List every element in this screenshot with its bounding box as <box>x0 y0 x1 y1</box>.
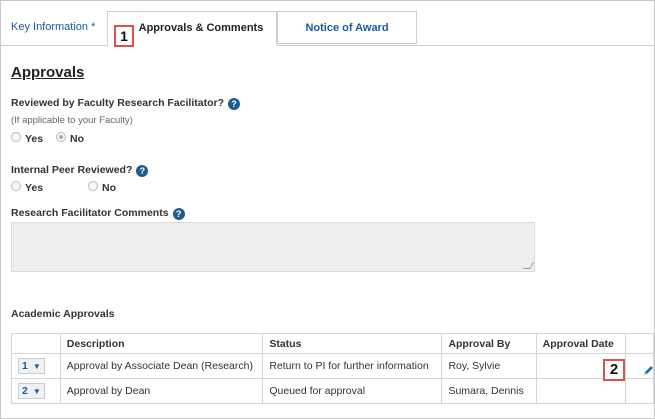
comments-label: Research Facilitator Comments <box>11 207 169 219</box>
question-circle-icon[interactable]: ? <box>172 208 185 220</box>
option-label: Yes <box>25 182 44 194</box>
peer-reviewed-options: Yes No <box>11 181 211 195</box>
callout-marker-2: 2 <box>603 359 625 381</box>
table-header-row: Description Status Approval By Approval … <box>11 333 654 354</box>
approval-by-cell: Roy, Sylvie <box>441 353 537 379</box>
faculty-reviewed-yes[interactable]: Yes <box>11 132 43 145</box>
resize-handle-icon[interactable] <box>522 262 535 269</box>
faculty-reviewed-note: (If applicable to your Faculty) <box>11 115 133 126</box>
row-number-dropdown[interactable]: 1 ▼ <box>18 358 45 374</box>
column-header-approval-date: Approval Date <box>535 333 626 354</box>
approval-by-cell: Sumara, Dennis <box>441 378 537 404</box>
approvals-panel: Key Information * Approvals & Comments N… <box>0 0 655 419</box>
radio-button[interactable] <box>88 181 98 191</box>
row-number-dropdown[interactable]: 2 ▼ <box>18 383 45 399</box>
peer-reviewed-yes[interactable]: Yes <box>11 181 43 194</box>
tab-notice-of-award[interactable]: Notice of Award <box>277 11 417 44</box>
description-cell: Approval by Associate Dean (Research) <box>59 353 264 379</box>
peer-reviewed-question: Internal Peer Reviewed?? <box>11 164 149 177</box>
row-number-cell: 2 ▼ <box>11 378 61 404</box>
tab-bar: Key Information * Approvals & Comments N… <box>1 1 654 46</box>
peer-reviewed-no[interactable]: No <box>88 181 116 194</box>
question-circle-icon[interactable]: ? <box>136 165 149 177</box>
academic-approvals-table: Description Status Approval By Approval … <box>11 333 654 404</box>
tab-approvals-comments-label: Approvals & Comments <box>138 22 264 34</box>
pencil-icon[interactable] <box>642 365 654 377</box>
faculty-reviewed-no[interactable]: No <box>56 132 84 145</box>
callout-marker-1: 1 <box>114 25 134 47</box>
option-label: No <box>102 182 116 194</box>
faculty-reviewed-question: Reviewed by Faculty Research Facilitator… <box>11 97 240 110</box>
actions-cell <box>624 378 654 404</box>
status-cell: Queued for approval <box>262 378 443 404</box>
column-header-description: Description <box>59 333 264 354</box>
column-header-actions <box>624 333 654 354</box>
tab-key-information[interactable]: Key Information * <box>1 11 101 44</box>
radio-button[interactable] <box>11 132 21 142</box>
faculty-reviewed-options: Yes No <box>11 132 211 146</box>
academic-approvals-title: Academic Approvals <box>11 308 115 320</box>
chevron-down-icon: ▼ <box>32 387 41 396</box>
option-label: Yes <box>25 133 44 145</box>
comments-question: Research Facilitator Comments? <box>11 207 185 220</box>
faculty-reviewed-label: Reviewed by Faculty Research Facilitator… <box>11 97 224 109</box>
approval-date-cell <box>535 378 626 404</box>
section-title-approvals: Approvals <box>11 64 85 81</box>
option-label: No <box>70 133 84 145</box>
comments-textarea[interactable] <box>11 222 535 272</box>
peer-reviewed-label: Internal Peer Reviewed? <box>11 164 133 176</box>
table-row: 2 ▼ Approval by Dean Queued for approval … <box>11 378 654 404</box>
column-header-approval-by: Approval By <box>441 333 537 354</box>
row-number: 1 <box>22 360 28 372</box>
chevron-down-icon: ▼ <box>32 362 41 371</box>
question-circle-icon[interactable]: ? <box>228 98 240 110</box>
status-cell: Return to PI for further information <box>262 353 443 379</box>
radio-button[interactable] <box>11 181 21 191</box>
table-row: 1 ▼ Approval by Associate Dean (Research)… <box>11 353 654 379</box>
column-header-row-number <box>11 333 61 354</box>
radio-button-selected[interactable] <box>56 132 66 142</box>
row-number: 2 <box>22 385 28 397</box>
row-number-cell: 1 ▼ <box>11 353 61 379</box>
description-cell: Approval by Dean <box>59 378 264 404</box>
column-header-status: Status <box>262 333 443 354</box>
